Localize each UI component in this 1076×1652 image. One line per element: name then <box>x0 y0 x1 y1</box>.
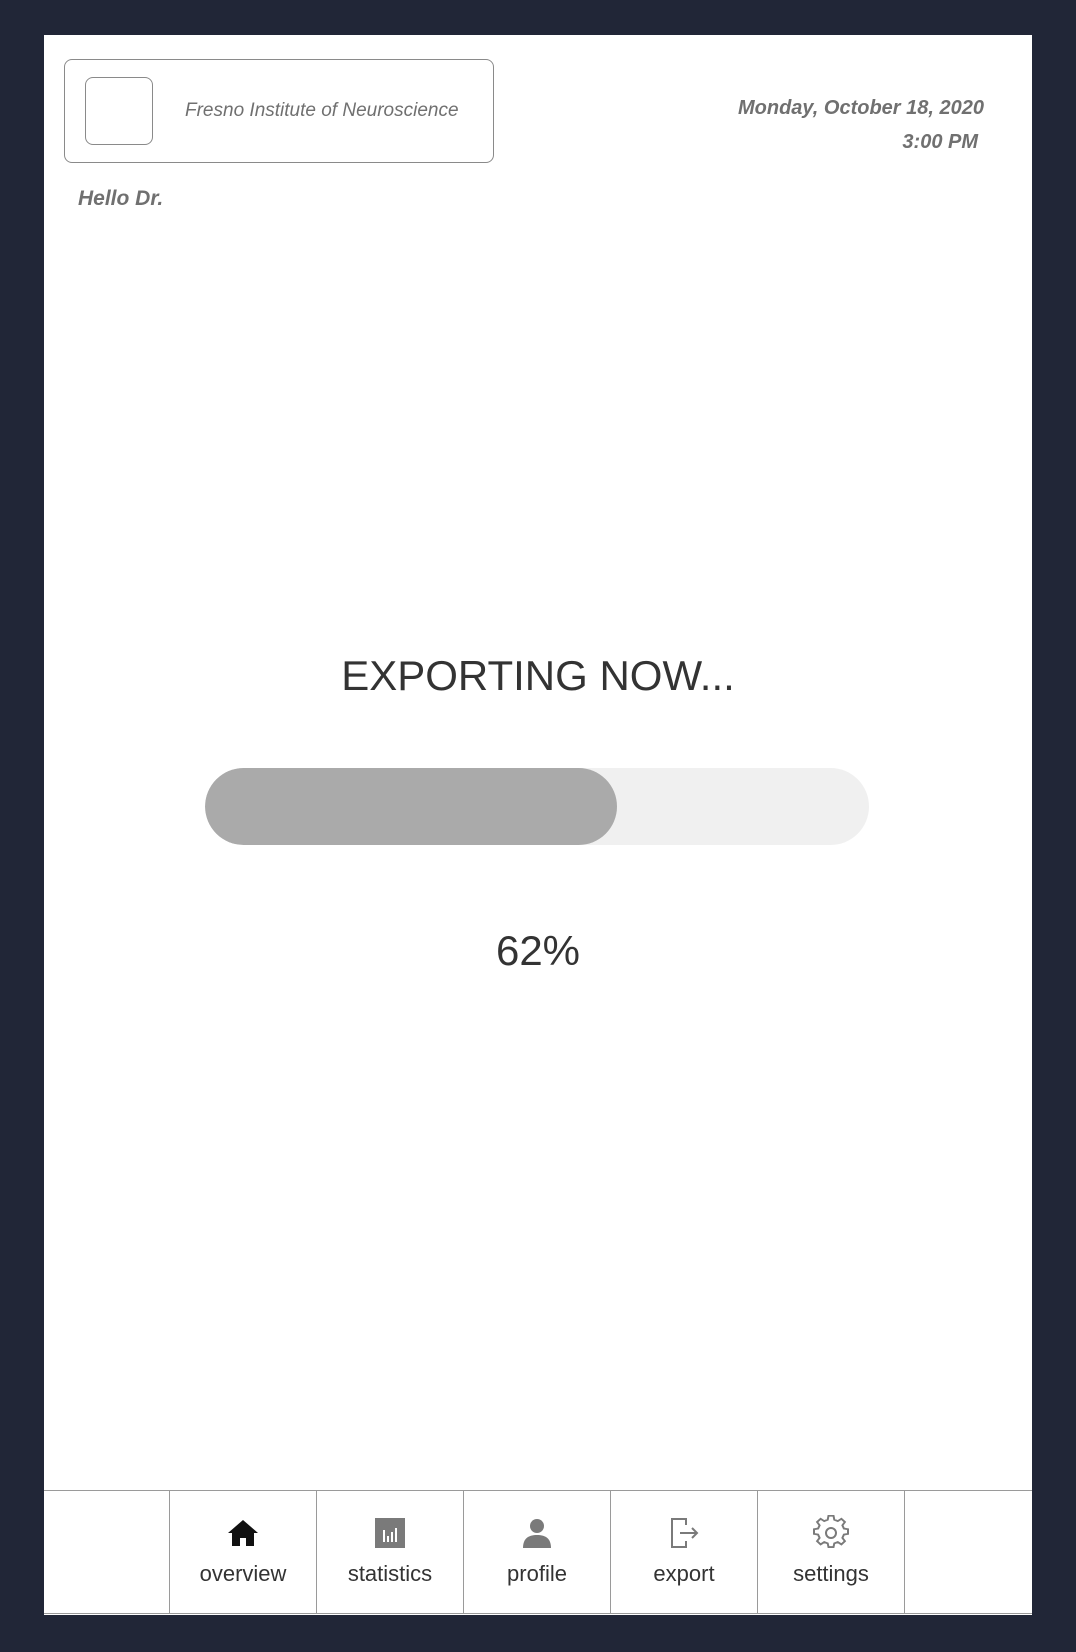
user-icon <box>519 1515 555 1551</box>
nav-label-export: export <box>653 1561 715 1586</box>
bottom-nav-bar: overview statistics profile export setti… <box>44 1490 1032 1614</box>
nav-item-overview[interactable]: overview <box>170 1491 317 1613</box>
institution-banner: Fresno Institute of Neuroscience <box>64 59 494 163</box>
bar-chart-icon <box>372 1515 408 1551</box>
institution-name: Fresno Institute of Neuroscience <box>185 100 459 121</box>
nav-label-settings: settings <box>793 1561 869 1586</box>
nav-spacer <box>44 1491 170 1613</box>
home-icon <box>225 1515 261 1551</box>
nav-label-profile: profile <box>507 1561 567 1586</box>
nav-item-statistics[interactable]: statistics <box>317 1491 464 1613</box>
export-progress-fill <box>205 768 617 845</box>
datetime-display: Monday, October 18, 2020 3:00 PM <box>738 91 984 159</box>
current-date: Monday, October 18, 2020 <box>737 97 984 119</box>
nav-item-profile[interactable]: profile <box>464 1491 611 1613</box>
export-icon <box>666 1515 702 1551</box>
nav-item-settings[interactable]: settings <box>758 1491 905 1613</box>
greeting-text: Hello Dr. <box>78 187 164 210</box>
nav-label-overview: overview <box>199 1561 287 1586</box>
logo-placeholder <box>85 77 153 145</box>
gear-icon <box>813 1515 849 1551</box>
app-screen: Fresno Institute of Neuroscience Monday,… <box>44 35 1032 1615</box>
export-progress-percent: 62% <box>495 927 581 974</box>
current-time: 3:00 PM <box>902 131 978 153</box>
export-progress-bar <box>205 768 869 845</box>
export-status-title: EXPORTING NOW... <box>341 652 735 699</box>
nav-label-statistics: statistics <box>347 1561 433 1586</box>
nav-item-export[interactable]: export <box>611 1491 758 1613</box>
